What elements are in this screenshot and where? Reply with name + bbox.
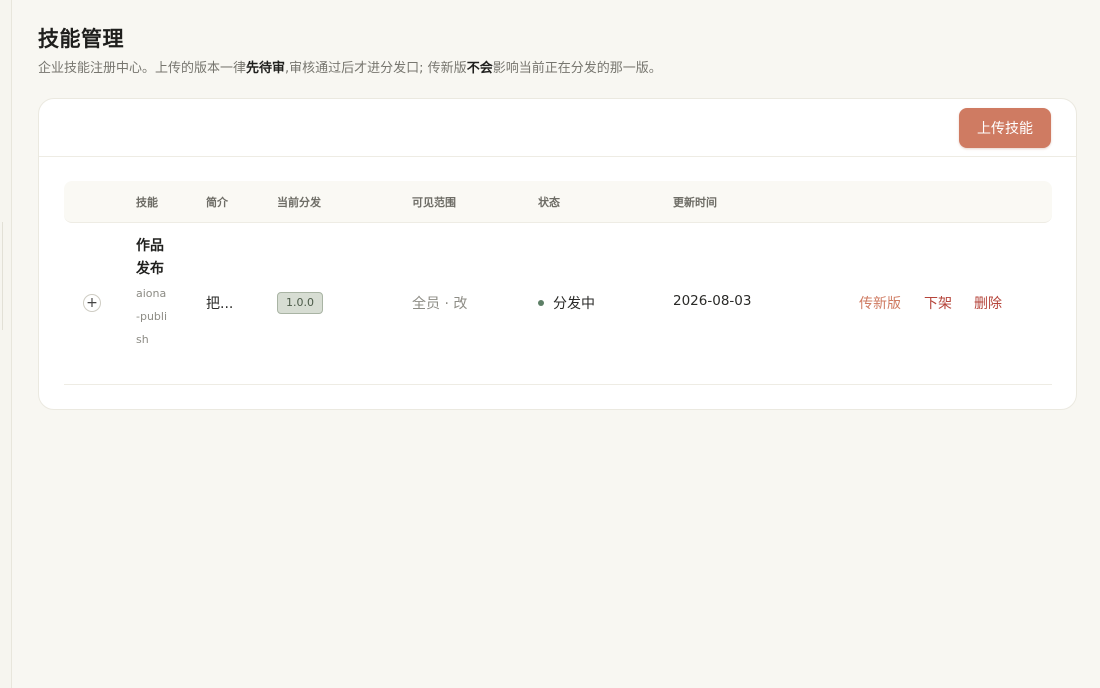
status-label: 分发中 [553,296,595,312]
subtitle-emphasis-2: 不会 [466,61,493,76]
left-rail [0,0,12,688]
subtitle-emphasis-1: 先待审 [246,61,286,76]
updated-time: 2026-08-03 [673,293,752,309]
column-header-skill: 技能 [136,196,158,209]
column-header-status: 状态 [538,196,560,209]
page-subtitle: 企业技能注册中心。上传的版本一律先待审,审核通过后才进分发口; 传新版不会影响当… [38,58,1078,80]
upload-new-version-link[interactable]: 传新版 [859,293,901,313]
column-header-description: 简介 [206,196,228,209]
subtitle-text-2: ,审核通过后才进分发口; 传新版 [285,61,467,76]
subtitle-text-1: 企业技能注册中心。上传的版本一律 [38,61,247,76]
table-header: 技能 简介 当前分发 可见范围 状态 更新时间 [64,181,1052,223]
delete-link[interactable]: 删除 [974,293,1002,313]
skills-card: 上传技能 技能 简介 当前分发 可见范围 状态 更新时间 + 作品发布 aion… [38,98,1077,410]
status-dot-icon [538,300,544,306]
skill-description: 把... [206,296,234,312]
rail-marker [0,222,3,330]
card-toolbar: 上传技能 [39,99,1076,157]
status-badge: 分发中 [538,293,595,313]
skill-slug: aiona-publish [136,287,168,346]
column-header-visibility: 可见范围 [412,196,456,209]
version-badge: 1.0.0 [277,292,323,314]
page-title: 技能管理 [38,27,124,51]
app-root: 技能管理 企业技能注册中心。上传的版本一律先待审,审核通过后才进分发口; 传新版… [0,0,1100,688]
column-header-updated: 更新时间 [673,196,717,209]
skill-name: 作品发布 [136,238,164,277]
table-row: + 作品发布 aiona-publish 把... 1.0.0 全员 · 改 分… [64,223,1052,385]
subtitle-text-3: 影响当前正在分发的那一版。 [492,61,662,76]
upload-skill-button[interactable]: 上传技能 [959,108,1051,148]
column-header-current-version: 当前分发 [277,196,321,209]
plus-icon[interactable]: + [83,294,101,312]
take-down-link[interactable]: 下架 [924,293,952,313]
skills-table: 技能 简介 当前分发 可见范围 状态 更新时间 + 作品发布 aiona-pub… [64,181,1052,385]
visibility-scope: 全员 · 改 [412,296,468,312]
main-content: 技能管理 企业技能注册中心。上传的版本一律先待审,审核通过后才进分发口; 传新版… [38,24,1078,410]
